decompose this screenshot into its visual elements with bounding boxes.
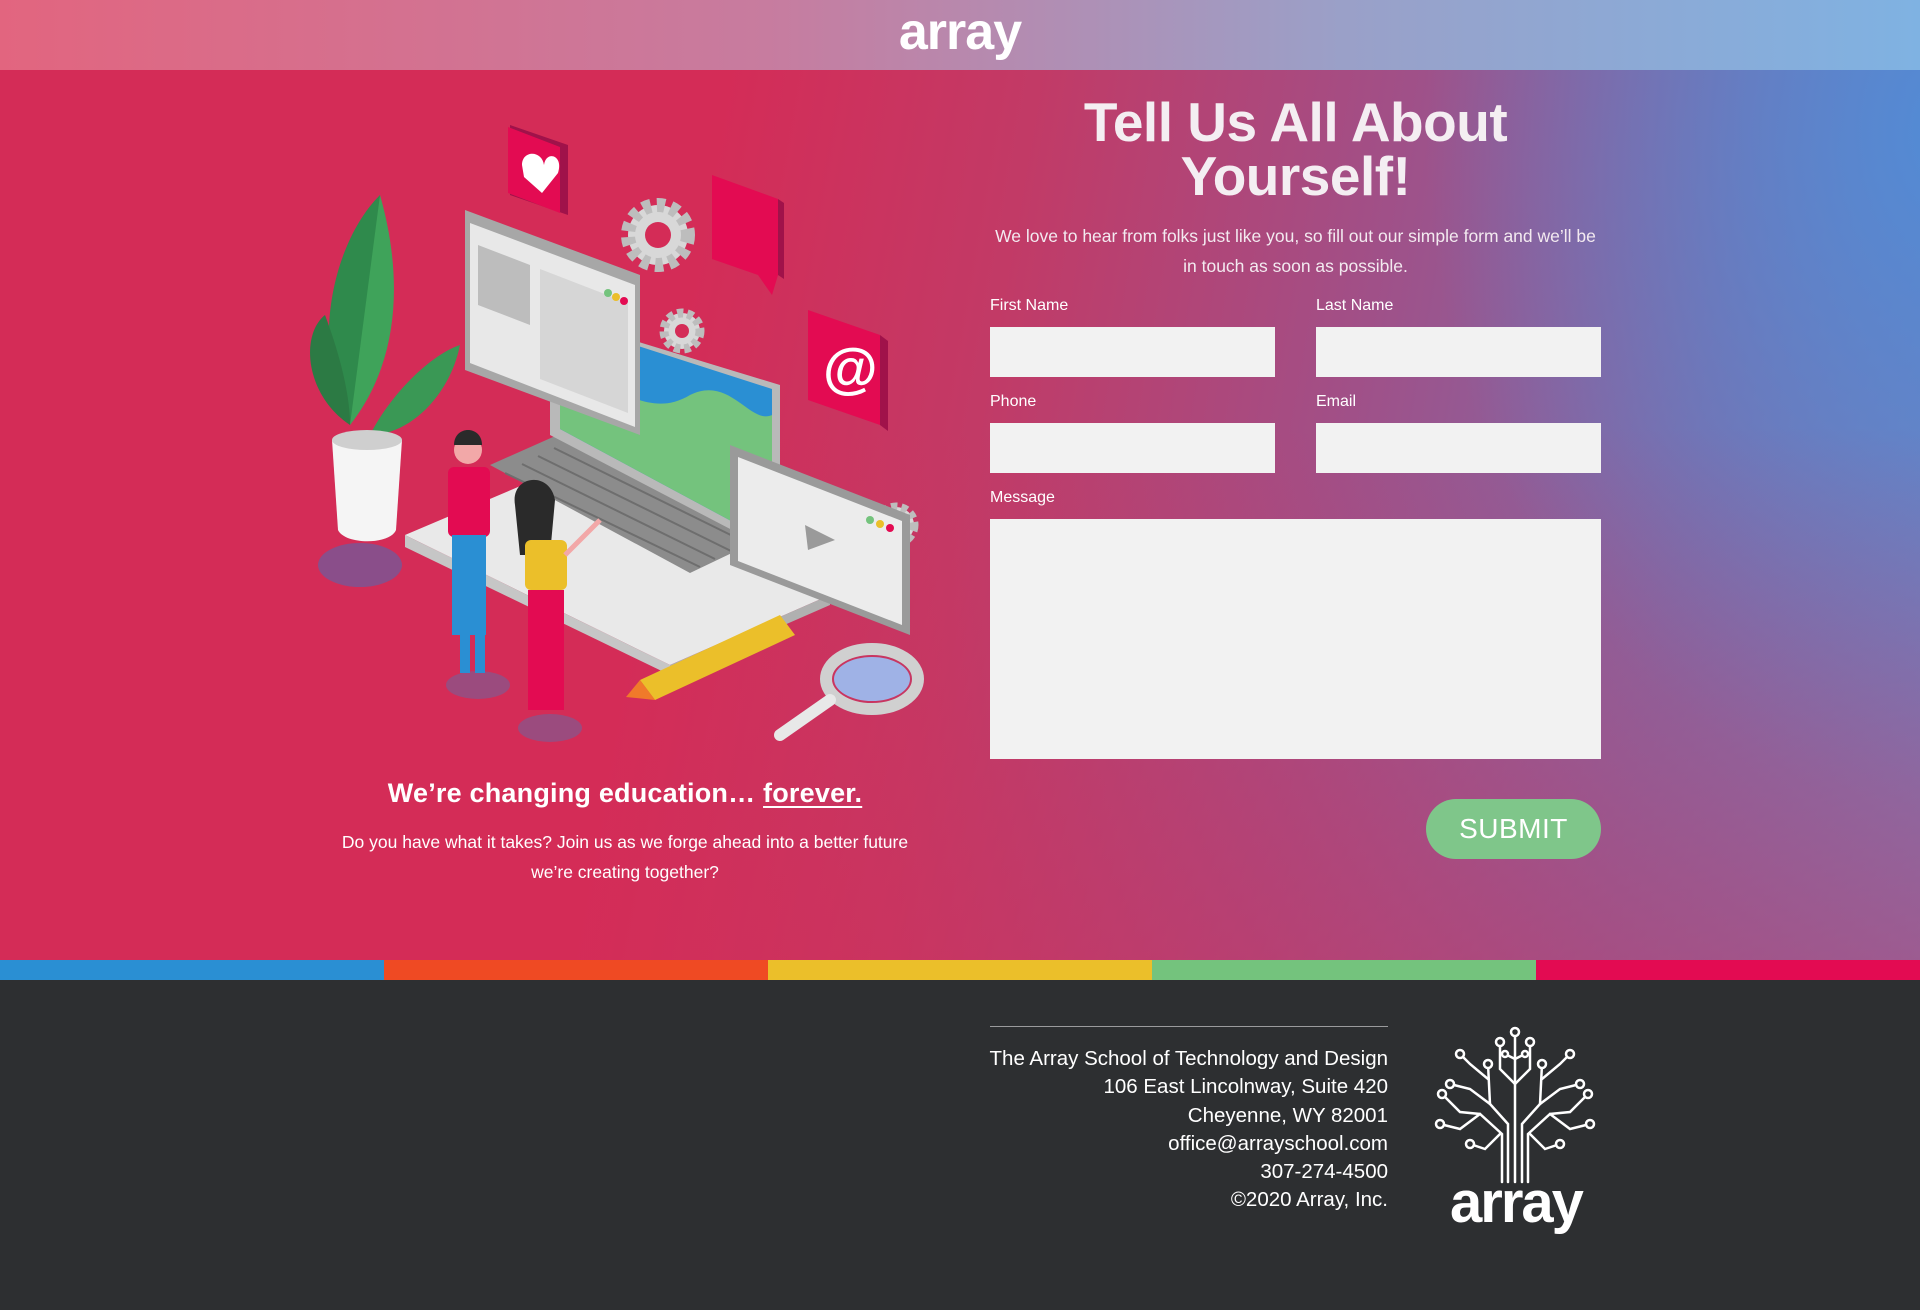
header-logo[interactable]: array — [899, 6, 1022, 58]
gear-icon — [659, 308, 705, 354]
form-intro: We love to hear from folks just like you… — [995, 226, 1596, 276]
tagline-forever-link[interactable]: forever. — [763, 778, 862, 808]
tagline-heading: We’re changing education… forever. — [250, 778, 1000, 809]
footer-phone-link[interactable]: 307-274-4500 — [900, 1158, 1388, 1186]
footer-school-name: The Array School of Technology and Desig… — [989, 1047, 1388, 1070]
last-name-input[interactable] — [1316, 327, 1601, 377]
stripe-blue — [0, 960, 384, 980]
last-name-label: Last Name — [1316, 297, 1394, 314]
footer-address: The Array School of Technology and Desig… — [900, 1045, 1388, 1215]
svg-text:@: @ — [823, 336, 878, 399]
message-textarea[interactable] — [990, 519, 1601, 759]
first-name-label: First Name — [990, 297, 1069, 314]
stripe-green — [1152, 960, 1536, 980]
person-icon — [448, 430, 490, 673]
form-title: Tell Us All About Yourself! — [1083, 91, 1508, 207]
tagline: We’re changing education… forever. Do yo… — [250, 778, 1000, 887]
top-bar: array — [0, 0, 1920, 70]
stripe-orange — [384, 960, 768, 980]
stripe-pink — [1536, 960, 1920, 980]
tagline-body: Do you have what it takes? Join us as we… — [341, 832, 909, 882]
contact-form: Tell Us All About Yourself! We love to h… — [990, 95, 1601, 859]
circuit-tree-icon — [1434, 1026, 1596, 1184]
footer-copyright: ©2020 Array, Inc. — [1230, 1188, 1388, 1212]
footer-street: 106 East Lincolnway, Suite 420 — [1103, 1075, 1388, 1099]
tagline-text: We’re changing education… — [387, 778, 756, 808]
footer-city: Cheyenne, WY 82001 — [1187, 1103, 1388, 1127]
phone-input[interactable] — [990, 423, 1275, 473]
first-name-field-group: First Name — [990, 281, 1275, 377]
footer-logo-word: array — [1450, 1170, 1584, 1235]
isometric-laptop-people-illustration: @ — [310, 125, 924, 742]
at-sign-icon: @ — [808, 310, 888, 431]
phone-label: Phone — [990, 393, 1037, 410]
footer-divider — [990, 1026, 1388, 1027]
contact-row: Phone Email — [990, 377, 1601, 473]
heart-icon — [508, 125, 568, 215]
plant-icon — [310, 195, 460, 542]
footer-email-link[interactable]: office@arrayschool.com — [900, 1130, 1388, 1158]
email-label: Email — [1316, 393, 1357, 410]
magnifying-glass-icon — [774, 643, 924, 741]
chat-bubble-icon — [712, 175, 784, 295]
hero-section: @ We’re changing education… forever. Do … — [0, 70, 1920, 960]
footer: The Array School of Technology and Desig… — [0, 980, 1920, 1310]
email-field-group: Email — [1316, 377, 1601, 473]
gear-icon — [621, 198, 695, 272]
submit-button[interactable]: SUBMIT — [1426, 799, 1601, 859]
message-field-group: Message — [990, 489, 1601, 759]
footer-logo[interactable]: array — [1430, 1024, 1600, 1264]
email-input[interactable] — [1316, 423, 1601, 473]
phone-field-group: Phone — [990, 377, 1275, 473]
name-row: First Name Last Name — [990, 281, 1601, 377]
last-name-field-group: Last Name — [1316, 281, 1601, 377]
submit-wrap: SUBMIT — [990, 799, 1601, 859]
message-label: Message — [990, 489, 1055, 506]
first-name-input[interactable] — [990, 327, 1275, 377]
stripe-yellow — [768, 960, 1152, 980]
color-stripe — [0, 960, 1920, 980]
plant-shadow — [318, 543, 402, 587]
browser-window-icon — [465, 210, 640, 435]
